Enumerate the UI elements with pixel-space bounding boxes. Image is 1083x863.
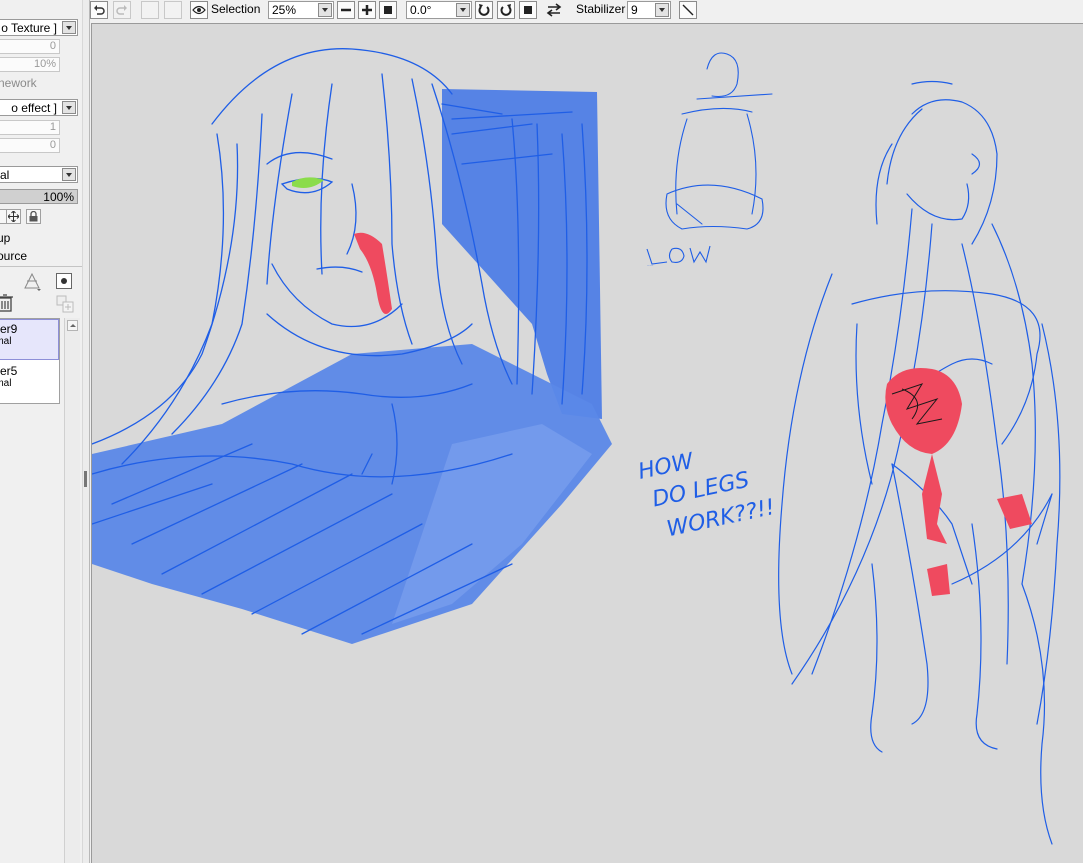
drawing-canvas[interactable]: LOWANGLE? HOW DO LEGS WORK??!!	[91, 23, 1083, 863]
canvas-area: LOWANGLE? HOW DO LEGS WORK??!!	[90, 20, 1083, 863]
square-icon	[384, 6, 392, 14]
eye-fill-shape	[292, 177, 324, 188]
opacity-slider[interactable]: 100%	[0, 189, 78, 204]
rotation-select[interactable]: 0.0°	[406, 1, 472, 19]
undo-icon	[94, 5, 105, 15]
plus-icon	[362, 5, 372, 15]
legs-annotation: HOW DO LEGS WORK??!!	[636, 449, 777, 543]
move-icon[interactable]	[6, 209, 21, 224]
texture-scale-field[interactable]: 0	[0, 39, 60, 54]
canvas-artwork: LOWANGLE? HOW DO LEGS WORK??!!	[92, 48, 1061, 845]
blood-drip-lower	[922, 454, 947, 544]
merge-layer-icon[interactable]	[56, 295, 74, 316]
stabilizer-label: Stabilizer	[576, 2, 626, 16]
chevron-down-icon[interactable]	[318, 3, 332, 17]
square-icon	[524, 6, 532, 14]
blood-hand-lower	[927, 564, 950, 596]
deselect-button[interactable]	[141, 1, 159, 19]
zoom-in-button[interactable]	[358, 1, 376, 19]
blend-mode-value: al	[0, 168, 10, 182]
canvas-toolbar: Selection 25% 0.0° Stabilizer 9	[90, 0, 1083, 20]
reference-source-label: ource	[0, 249, 28, 263]
rotation-value: 0.0°	[410, 3, 432, 17]
texture-select[interactable]: o Texture ]	[0, 19, 78, 36]
lock-icon[interactable]	[26, 209, 41, 224]
layer-mode: rmal	[0, 378, 12, 389]
blood-stroke-face	[354, 232, 392, 314]
zoom-select[interactable]: 25%	[268, 1, 334, 19]
layer-properties-panel: o Texture ] 0 10% nework o effect ] 1 0 …	[0, 0, 82, 863]
texture-strength-value: 10%	[33, 58, 56, 70]
layer-item-layer9[interactable]: yer9 rmal %	[0, 319, 59, 360]
rotate-right-icon	[500, 4, 512, 16]
new-vector-layer-icon[interactable]	[22, 272, 42, 295]
blood-knife-hand	[997, 494, 1032, 529]
effect-select-value: o effect ]	[11, 101, 57, 115]
zoom-value: 25%	[272, 3, 297, 17]
effect-width-field[interactable]: 1	[0, 120, 60, 135]
chevron-down-icon[interactable]	[655, 3, 669, 17]
straight-line-icon	[682, 4, 694, 16]
rotation-reset-button[interactable]	[519, 1, 537, 19]
flip-horizontal-icon	[546, 3, 562, 17]
rotate-left-button[interactable]	[475, 1, 493, 19]
layer-item-layer5[interactable]: yer5 rmal %	[0, 362, 59, 403]
chevron-down-icon[interactable]	[62, 21, 76, 34]
redo-icon	[116, 5, 127, 15]
minus-icon	[341, 8, 351, 12]
layer-list-scrollbar[interactable]	[64, 318, 80, 863]
stabilizer-select[interactable]: 9	[627, 1, 671, 19]
zoom-out-button[interactable]	[337, 1, 355, 19]
flip-horizontal-button[interactable]	[546, 2, 562, 21]
eye-icon	[192, 5, 206, 15]
stabilizer-value: 9	[631, 3, 638, 17]
layer-mask-icon[interactable]	[56, 273, 72, 289]
texture-select-value: o Texture ]	[1, 21, 57, 35]
layer-name: yer5	[0, 364, 18, 378]
trash-icon[interactable]	[0, 294, 13, 315]
opacity-value: 100%	[43, 190, 74, 204]
blend-mode-select[interactable]: al	[0, 166, 78, 183]
clipping-group-label: up	[0, 231, 11, 245]
chevron-down-icon[interactable]	[456, 3, 470, 17]
linework-label: nework	[0, 76, 37, 90]
splitter-grip-icon[interactable]	[84, 471, 87, 487]
lowangle-annotation	[646, 245, 711, 265]
texture-scale-value: 0	[49, 40, 56, 52]
layer-mode: rmal	[0, 336, 12, 347]
effect-strength-field[interactable]: 0	[0, 138, 60, 153]
rotate-left-icon	[478, 4, 490, 16]
blood-fill-torso	[885, 368, 962, 454]
lowangle-figure-sketch	[665, 52, 773, 230]
effect-width-value: 1	[49, 121, 56, 133]
layer-name: yer9	[0, 322, 18, 336]
rotate-right-button[interactable]	[497, 1, 515, 19]
redo-button[interactable]	[113, 1, 131, 19]
chevron-down-icon[interactable]	[62, 168, 76, 181]
zoom-reset-button[interactable]	[379, 1, 397, 19]
standing-figure-sketch	[778, 80, 1061, 845]
clear-button[interactable]	[164, 1, 182, 19]
texture-strength-field[interactable]: 10%	[0, 57, 60, 72]
effect-select[interactable]: o effect ]	[0, 99, 78, 116]
selection-label: Selection	[211, 2, 261, 16]
scroll-up-icon[interactable]	[67, 320, 78, 331]
effect-strength-value: 0	[49, 139, 56, 151]
straight-line-button[interactable]	[679, 1, 697, 19]
selection-visibility-toggle[interactable]	[190, 1, 208, 19]
panel-splitter[interactable]	[82, 0, 90, 863]
layer-list: yer9 rmal % yer5 rmal %	[0, 318, 60, 404]
chevron-down-icon[interactable]	[62, 101, 76, 114]
section-divider	[0, 266, 82, 267]
undo-button[interactable]	[90, 1, 108, 19]
